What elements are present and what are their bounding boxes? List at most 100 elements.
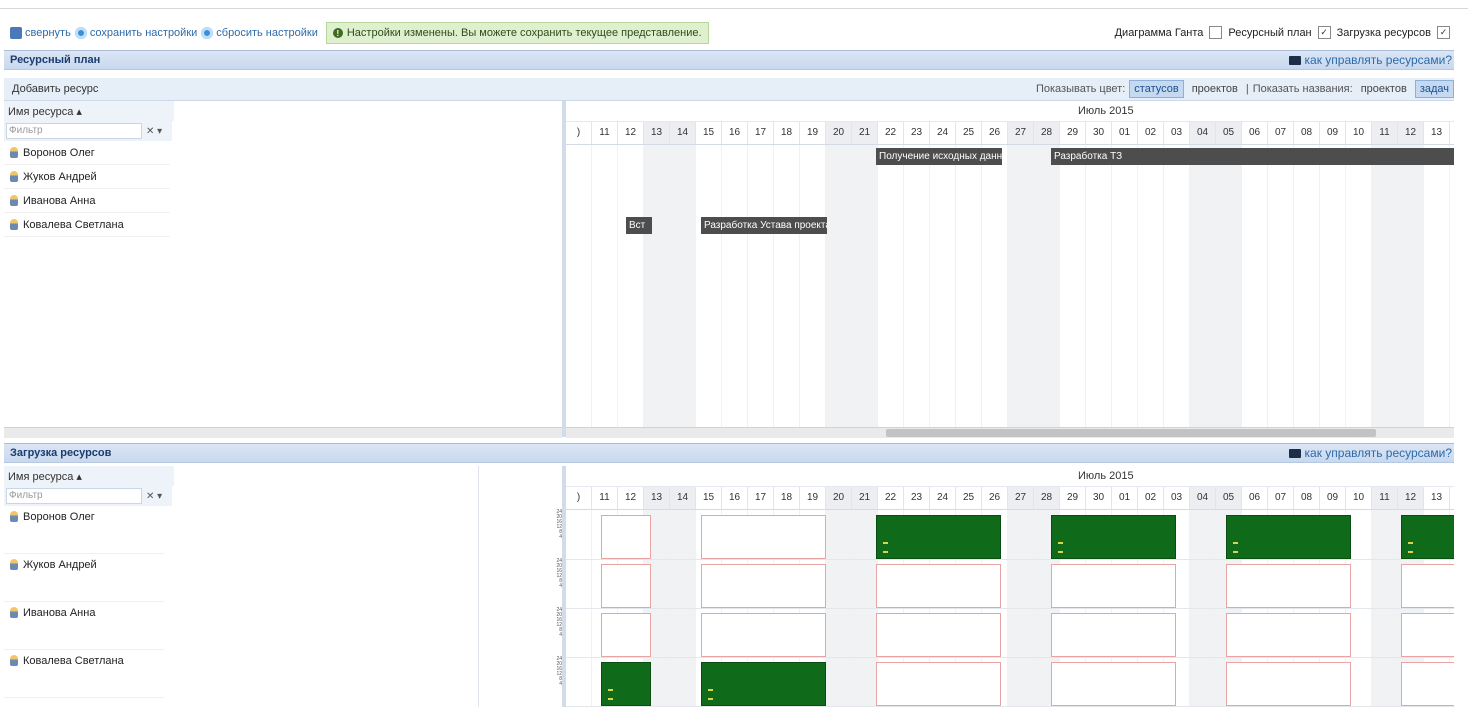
resource-name-column-header[interactable]: Имя ресурса ▴ xyxy=(4,466,174,486)
grid-column xyxy=(1112,145,1138,427)
day-cell: 26 xyxy=(982,122,1008,144)
day-cell: 17 xyxy=(748,122,774,144)
capacity-box xyxy=(601,613,651,657)
day-cell: 23 xyxy=(904,122,930,144)
day-cell: 21 xyxy=(852,122,878,144)
day-cell: 09 xyxy=(1320,487,1346,509)
show-color-label: Показывать цвет: xyxy=(1035,83,1126,95)
day-cell: ) xyxy=(566,122,592,144)
resource-row[interactable]: Ковалева Светлана xyxy=(4,650,164,698)
load-bar[interactable] xyxy=(1051,515,1176,559)
resource-name-column-header[interactable]: Имя ресурса ▴ xyxy=(4,101,174,121)
left-scrollbar[interactable] xyxy=(4,427,562,438)
day-cell: 24 xyxy=(930,487,956,509)
day-cell: 07 xyxy=(1268,122,1294,144)
collapse-button[interactable]: свернуть xyxy=(10,27,71,39)
capacity-box xyxy=(1401,662,1454,706)
load-bar[interactable] xyxy=(876,515,1001,559)
resource-plan-checkbox[interactable]: ✓ xyxy=(1317,26,1331,39)
names-projects-button[interactable]: проектов xyxy=(1357,81,1411,97)
capacity-box xyxy=(1226,613,1351,657)
day-cell: 06 xyxy=(1242,487,1268,509)
day-cell: 25 xyxy=(956,122,982,144)
resource-filter: Фильтр ✕ ▾ xyxy=(4,121,172,141)
color-by-project-button[interactable]: проектов xyxy=(1188,81,1242,97)
collapse-icon xyxy=(10,27,22,39)
load-scale: 24 20 16 12 8 4 xyxy=(556,656,562,687)
resource-load-help-link[interactable]: как управлять ресурсами? xyxy=(1288,446,1452,460)
color-by-status-button[interactable]: статусов xyxy=(1129,80,1184,98)
day-cell: 04 xyxy=(1190,122,1216,144)
day-cell: 01 xyxy=(1112,487,1138,509)
capacity-box xyxy=(601,515,651,559)
day-cell: 16 xyxy=(722,487,748,509)
grid-column xyxy=(878,145,904,427)
resource-row[interactable]: Иванова Анна xyxy=(4,602,164,650)
load-bar[interactable] xyxy=(701,662,826,706)
day-cell: 10 xyxy=(1346,122,1372,144)
day-cell: 08 xyxy=(1294,487,1320,509)
save-settings-button[interactable]: сохранить настройки xyxy=(74,27,197,39)
day-cell: ) xyxy=(566,487,592,509)
day-cell: 08 xyxy=(1294,122,1320,144)
resource-row[interactable]: Жуков Андрей xyxy=(4,554,164,602)
resource-row[interactable]: Жуков Андрей xyxy=(4,165,170,189)
resource-row[interactable]: Ковалева Светлана xyxy=(4,213,170,237)
task-bar[interactable]: Разработка Устава проекта xyxy=(701,217,827,234)
load-bar[interactable] xyxy=(601,662,651,706)
day-cell: 12 xyxy=(1398,122,1424,144)
capacity-box xyxy=(1226,662,1351,706)
filter-input[interactable]: Фильтр xyxy=(6,123,142,139)
grid-column xyxy=(1008,145,1034,427)
day-cell: 13 xyxy=(1424,122,1450,144)
load-marker-icon xyxy=(1408,542,1413,553)
collapse-label: свернуть xyxy=(25,27,71,39)
task-bar[interactable]: Вст xyxy=(626,217,652,234)
reset-settings-label: сбросить настройки xyxy=(216,27,318,39)
resource-row[interactable]: Иванова Анна xyxy=(4,189,170,213)
filter-clear-button[interactable]: ✕ ▾ xyxy=(146,126,162,137)
person-icon xyxy=(10,559,18,570)
color-controls: Показывать цвет: статусов проектов | Пок… xyxy=(1036,80,1454,98)
gantt-checkbox[interactable] xyxy=(1209,26,1223,39)
resource-name: Жуков Андрей xyxy=(23,559,97,571)
column-separator xyxy=(478,466,479,707)
load-bar[interactable] xyxy=(1401,515,1454,559)
task-bar[interactable]: Получение исходных данн xyxy=(876,148,1002,165)
person-icon xyxy=(10,607,18,618)
names-tasks-button[interactable]: задач xyxy=(1414,80,1454,98)
gear-icon xyxy=(201,27,214,39)
grid-column xyxy=(800,145,826,427)
resource-name: Воронов Олег xyxy=(23,511,95,523)
resource-load-checkbox[interactable]: ✓ xyxy=(1437,26,1450,39)
day-header: ) 11 12 13 14 15 16 17 18 19 20 21 22 23 24 25 26 27 28 29 3… xyxy=(566,487,1454,510)
grid-column xyxy=(1034,145,1060,427)
filter-input[interactable]: Фильтр xyxy=(6,488,142,504)
grid-column xyxy=(774,145,800,427)
person-icon xyxy=(10,195,18,206)
load-scale: 24 20 16 12 8 4 xyxy=(556,509,562,540)
resource-plan-list: Имя ресурса ▴ Фильтр ✕ ▾ Воронов Олег Жу… xyxy=(4,101,562,426)
day-cell: 06 xyxy=(1242,122,1268,144)
scrollbar-thumb[interactable] xyxy=(886,429,1376,437)
task-bar[interactable]: Разработка ТЗ xyxy=(1051,148,1454,165)
video-icon xyxy=(1288,448,1301,458)
timeline-scrollbar[interactable] xyxy=(566,427,1454,438)
resource-row[interactable]: Воронов Олег xyxy=(4,506,164,554)
filter-clear-button[interactable]: ✕ ▾ xyxy=(146,491,162,502)
resource-plan-help-link[interactable]: как управлять ресурсами? xyxy=(1288,53,1452,67)
capacity-box xyxy=(1051,613,1176,657)
day-cell: 19 xyxy=(800,122,826,144)
load-row xyxy=(566,510,1454,560)
month-label: Июль 2015 xyxy=(1078,470,1134,482)
add-resource-button[interactable]: Добавить ресурс xyxy=(12,83,98,95)
resource-row[interactable]: Воронов Олег xyxy=(4,141,170,165)
grid-column xyxy=(930,145,956,427)
reset-settings-button[interactable]: сбросить настройки xyxy=(201,27,318,39)
load-bar[interactable] xyxy=(1226,515,1351,559)
capacity-box xyxy=(1226,564,1351,608)
day-cell: 10 xyxy=(1346,487,1372,509)
day-cell: 29 xyxy=(1060,487,1086,509)
grid-columns xyxy=(566,145,1454,427)
day-cell: 02 xyxy=(1138,487,1164,509)
